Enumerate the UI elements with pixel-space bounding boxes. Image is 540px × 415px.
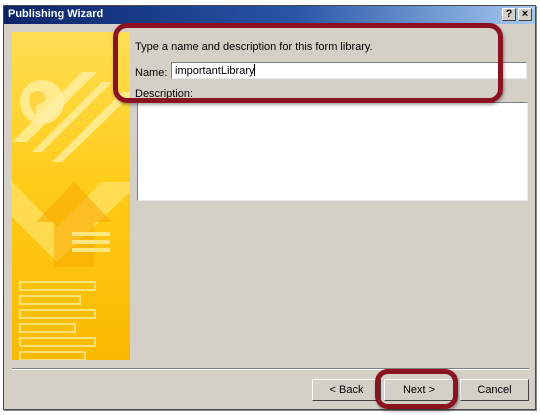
close-button[interactable]: ×: [518, 8, 532, 21]
document-lines: [19, 281, 96, 360]
next-button[interactable]: Next >: [384, 379, 454, 401]
cancel-button[interactable]: Cancel: [460, 379, 529, 401]
description-textarea[interactable]: [137, 102, 528, 201]
name-input-value: importantLibrary: [175, 65, 255, 77]
footer-separator: [12, 368, 529, 370]
title-bar[interactable]: Publishing Wizard ? ×: [4, 6, 535, 24]
name-label: Name:: [135, 67, 168, 79]
publishing-wizard-dialog: Publishing Wizard ? × Type a name and de…: [3, 5, 536, 410]
help-button[interactable]: ?: [502, 8, 516, 21]
window-title: Publishing Wizard: [8, 8, 104, 20]
text-caret: [254, 64, 256, 76]
publishing-wizard-icon: [12, 72, 130, 360]
description-label: Description:: [135, 88, 194, 100]
wizard-banner-graphic: [12, 32, 130, 360]
screen: Publishing Wizard ? × Type a name and de…: [0, 0, 540, 415]
name-input[interactable]: importantLibrary: [171, 62, 527, 79]
intro-instruction: Type a name and description for this for…: [135, 41, 373, 53]
back-button[interactable]: < Back: [312, 379, 381, 401]
